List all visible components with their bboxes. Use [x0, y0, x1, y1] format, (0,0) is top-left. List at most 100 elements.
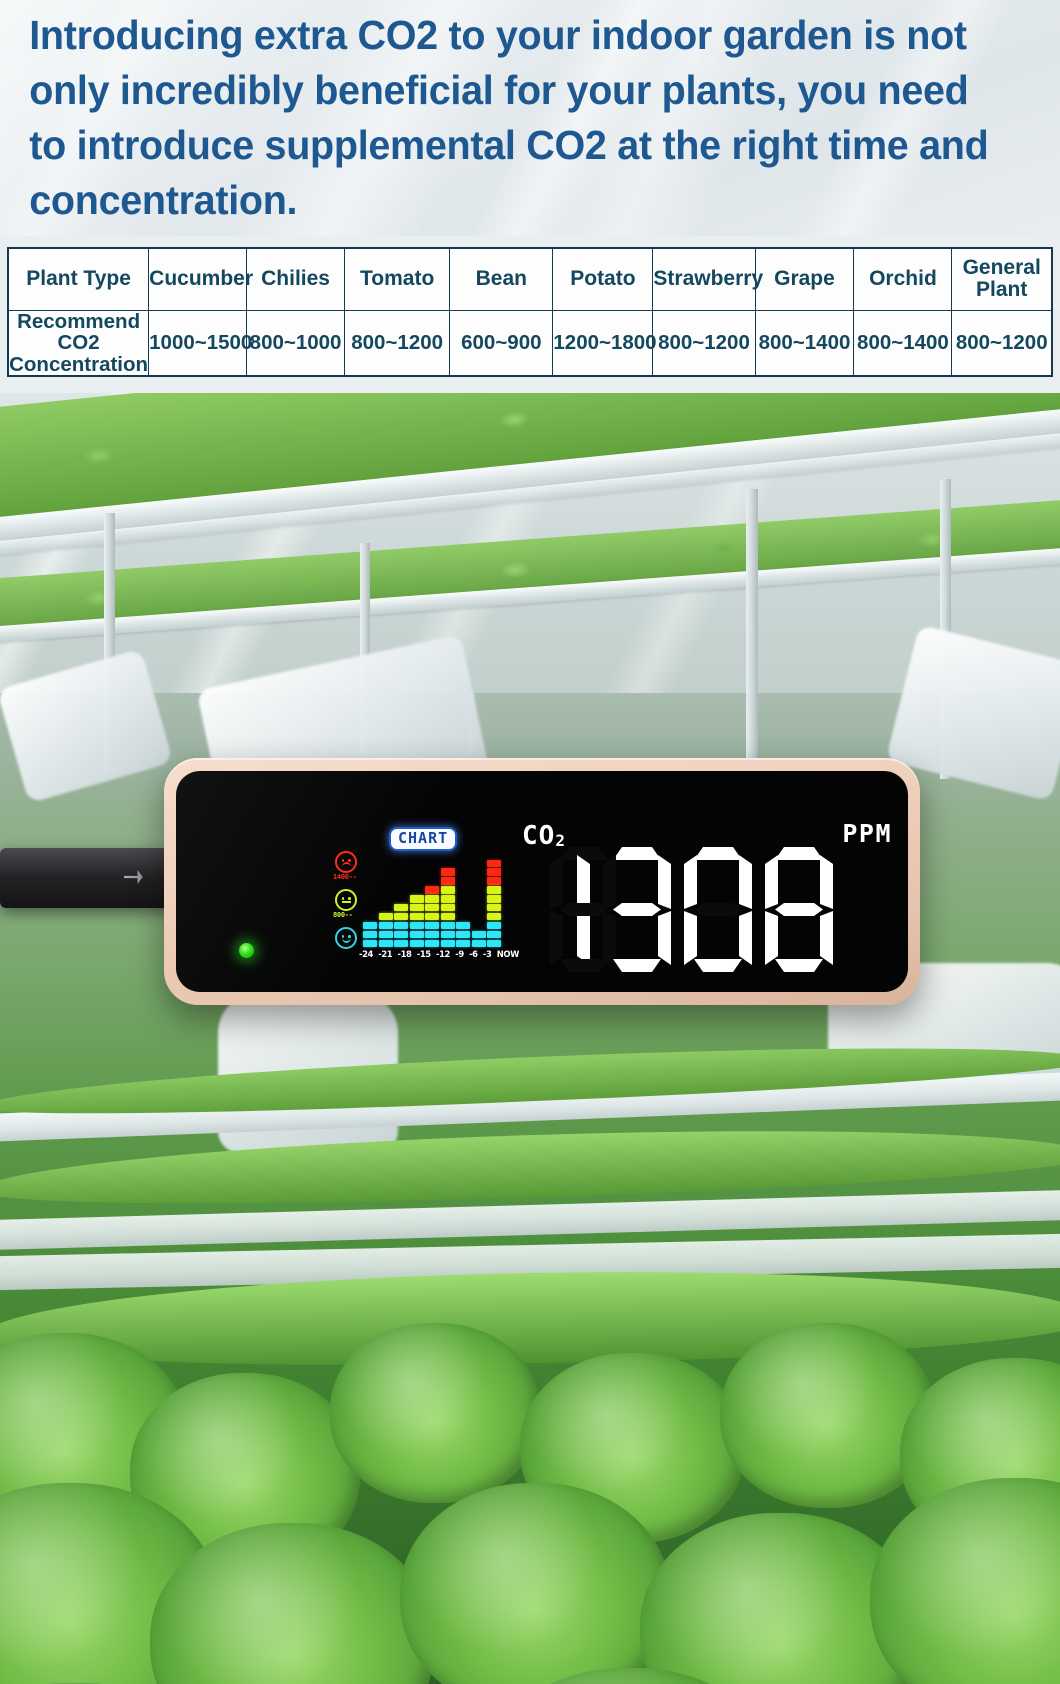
digit-segment-f: [550, 855, 563, 909]
chart-bar-cell: [409, 904, 424, 912]
digit-segment-e: [684, 911, 697, 965]
table-cell-chilies: 800~1000: [246, 309, 346, 377]
greenhouse-photo: [0, 393, 1060, 1684]
digit-segment-a: [694, 847, 742, 860]
chart-bar-cell: [409, 912, 424, 921]
chart-bar-cell: [394, 921, 408, 930]
chart-bar-cell: [487, 868, 501, 876]
digit-segment-d: [560, 959, 608, 972]
chart-bar-cell: [440, 877, 455, 885]
digit-segment-g: [775, 903, 823, 916]
digit-segment-a: [613, 847, 661, 860]
chart-bar-cell: [425, 886, 439, 894]
seven-segment-digit: [603, 847, 671, 973]
co2-label: CO2: [522, 823, 566, 849]
chart-bar-cell: [378, 939, 393, 947]
digit-segment-c: [658, 911, 671, 965]
chart-bar-cell: [363, 939, 377, 947]
chart-bar: [394, 904, 408, 947]
table-header-tomato: Tomato: [344, 247, 451, 311]
table-header-row: Plant Type Cucumber Chilies Tomato Bean …: [7, 247, 1053, 311]
chart-bar-cell: [394, 904, 408, 912]
chart-bar-cell: [487, 886, 501, 894]
chart-bar: [378, 912, 393, 947]
chart-tick-label: NOW: [496, 949, 520, 959]
lettuce-head: [330, 1323, 540, 1503]
digit-segment-c: [820, 911, 833, 965]
sad-face-icon: [335, 851, 357, 873]
digit-segment-f: [684, 855, 697, 909]
chart-badge-label: CHART: [389, 827, 458, 851]
chart-bar-cell: [394, 939, 408, 947]
chart-bar-cell: [425, 904, 439, 912]
table-cell-strawberry: 800~1200: [652, 309, 756, 377]
digit-segment-g: [694, 903, 742, 916]
neutral-face-icon: [335, 889, 357, 911]
digit-segment-g: [613, 903, 661, 916]
co2-monitor-device[interactable]: CHART 1400-- 800-- -24 -21 -18 -15 -12 -9 -6 -3…: [164, 758, 920, 1005]
chart-bar-cell: [487, 859, 501, 867]
chart-bar-cell: [425, 921, 439, 930]
chart-bar-cell: [440, 912, 455, 921]
plant-co2-table-container: Plant Type Cucumber Chilies Tomato Bean …: [7, 247, 1053, 378]
chart-bar-cell: [487, 930, 501, 939]
chart-bar-cell: [378, 921, 393, 930]
digit-segment-d: [775, 959, 823, 972]
chart-tick-label: -21: [378, 949, 393, 959]
chart-bar-cell: [425, 895, 439, 903]
chart-bar-cell: [409, 939, 424, 947]
chart-bar: [363, 921, 377, 947]
chart-tick-label: -3: [482, 949, 492, 959]
chart-bar-cell: [487, 877, 501, 885]
seven-segment-digit: [550, 847, 590, 973]
digit-segment-e: [765, 911, 778, 965]
chart-panel: CHART 1400-- 800-- -24 -21 -18 -15 -12 -9 -6 -3…: [333, 827, 519, 959]
chart-bar-cell: [487, 912, 501, 921]
power-led-indicator: [239, 943, 254, 958]
table-header-general-plant: General Plant: [951, 247, 1053, 311]
chart-bar: [487, 859, 501, 947]
table-header-bean: Bean: [449, 247, 554, 311]
table-cell-orchid: 800~1400: [853, 309, 953, 377]
chart-tick-label: -15: [416, 949, 431, 959]
digit-segment-d: [694, 959, 742, 972]
chart-tick-label: -18: [397, 949, 412, 959]
chart-bar-cell: [440, 921, 455, 930]
table-cell-general-plant: 800~1200: [951, 309, 1053, 377]
happy-face-icon: [335, 927, 357, 949]
chart-bar-cell: [487, 921, 501, 930]
table-cell-potato: 1200~1800: [552, 309, 657, 377]
chart-bar-cell: [409, 895, 424, 903]
chart-bar-cell: [394, 912, 408, 921]
plant-co2-table: Plant Type Cucumber Chilies Tomato Bean …: [7, 247, 1053, 378]
chart-bar-cell: [394, 930, 408, 939]
chart-bar-cell: [487, 904, 501, 912]
chart-bar-cell: [440, 939, 455, 947]
usb-cable: [0, 848, 176, 908]
digit-segment-f: [603, 855, 616, 909]
digit-segment-b: [577, 855, 590, 909]
headline-banner: Introducing extra CO2 to your indoor gar…: [0, 0, 1060, 236]
digit-segment-b: [658, 855, 671, 909]
digit-segment-b: [739, 855, 752, 909]
threshold-high-label: 1400--: [333, 873, 357, 881]
co2-reading-display: [550, 847, 833, 973]
chart-bar-cell: [409, 930, 424, 939]
page-title: Introducing extra CO2 to your indoor gar…: [29, 12, 989, 223]
greenhouse-post-3: [746, 489, 758, 789]
history-bar-chart: [363, 851, 511, 947]
chart-bar-cell: [440, 904, 455, 912]
table-header-potato: Potato: [552, 247, 654, 311]
chart-bar-cell: [425, 912, 439, 921]
digit-segment-a: [560, 847, 608, 860]
table-header-strawberry: Strawberry: [652, 247, 763, 311]
table-cell-cucumber: 1000~1500: [148, 309, 252, 377]
chart-tick-label: -9: [455, 949, 464, 959]
chart-bar-cell: [425, 939, 439, 947]
digit-segment-b: [820, 855, 833, 909]
chart-bar-cell: [456, 939, 470, 947]
chart-tick-label: -24: [359, 949, 373, 959]
table-value-row: Recommend CO2 Concentration 1000~1500 80…: [7, 309, 1053, 377]
chart-bar-cell: [363, 921, 377, 930]
chart-bar-cell: [425, 930, 439, 939]
